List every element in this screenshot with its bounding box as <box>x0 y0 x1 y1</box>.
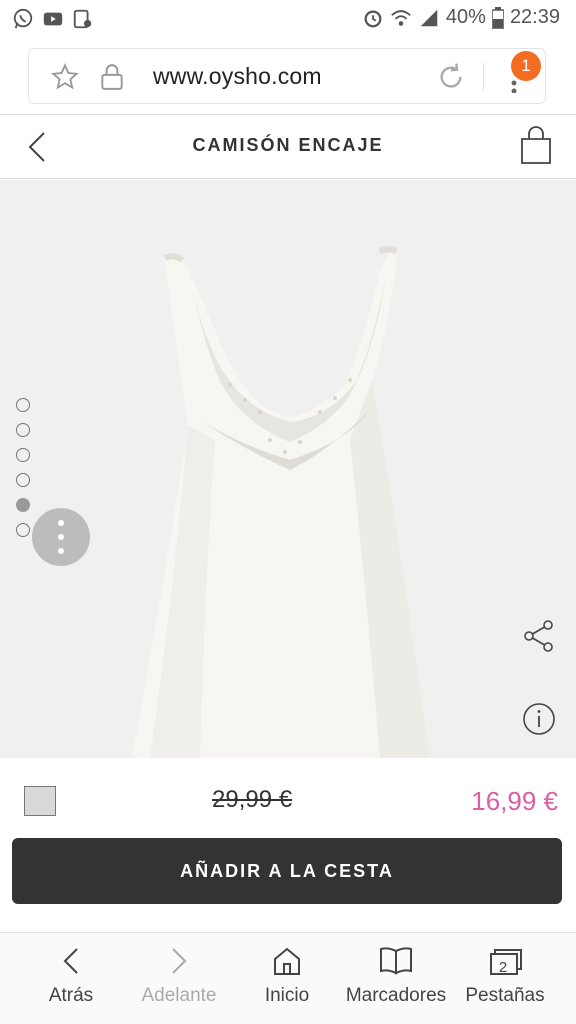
nav-back-label: Atrás <box>48 985 94 1006</box>
notification-badge: 1 <box>511 51 541 81</box>
nav-tabs-label: Pestañas <box>465 985 545 1006</box>
shopping-bag-icon[interactable] <box>518 125 554 165</box>
nav-forward[interactable]: Adelante <box>124 945 234 1007</box>
battery-percent: 40% <box>445 6 486 28</box>
gallery-dot[interactable] <box>16 473 30 487</box>
chevron-left-icon <box>63 948 78 974</box>
gallery-dot[interactable] <box>16 423 30 437</box>
lock-icon <box>101 64 123 90</box>
page-title: CAMISÓN ENCAJE <box>192 135 384 155</box>
nav-back[interactable]: Atrás <box>16 945 126 1007</box>
youtube-icon <box>43 12 63 26</box>
add-to-basket-button[interactable]: AÑADIR A LA CESTA <box>12 838 562 904</box>
gallery-dot-active[interactable] <box>16 498 30 512</box>
browser-bottom-nav: Atrás Adelante Inicio Marcadores 2 Pesta… <box>0 932 576 1024</box>
page-header: CAMISÓN ENCAJE <box>0 115 576 179</box>
nav-tabs[interactable]: 2 Pestañas <box>450 945 560 1007</box>
nav-home[interactable]: Inicio <box>232 945 342 1007</box>
nav-home-label: Inicio <box>264 985 310 1006</box>
tabs-count: 2 <box>498 959 508 976</box>
share-icon[interactable] <box>522 618 556 654</box>
color-swatch[interactable] <box>24 786 56 816</box>
sale-price: 16,99 € <box>471 786 558 816</box>
reload-icon[interactable] <box>435 61 467 93</box>
home-icon <box>274 947 300 975</box>
info-icon[interactable] <box>522 702 556 736</box>
wifi-icon <box>391 9 411 26</box>
nav-bookmarks[interactable]: Marcadores <box>341 945 451 1007</box>
gallery-dot[interactable] <box>16 448 30 462</box>
nav-forward-label: Adelante <box>141 985 217 1006</box>
status-bar: 40% 22:39 <box>0 0 576 40</box>
signal-icon <box>420 9 438 26</box>
chevron-right-icon <box>172 948 187 974</box>
clock: 22:39 <box>509 6 560 28</box>
address-bar[interactable]: www.oysho.com 1 <box>28 48 546 104</box>
price-row: 29,99 € 16,99 € <box>0 758 576 838</box>
original-price: 29,99 € <box>212 786 293 813</box>
gallery-dot[interactable] <box>16 523 30 537</box>
product-image[interactable] <box>0 180 576 758</box>
alarm-icon <box>364 9 382 27</box>
gallery-dot[interactable] <box>16 398 30 412</box>
screenshot-icon <box>73 9 92 29</box>
gallery-indicator <box>16 398 30 537</box>
battery-icon <box>491 6 504 29</box>
url-separator <box>483 63 484 91</box>
bookmark-star-icon[interactable] <box>51 63 79 91</box>
book-icon <box>380 947 412 975</box>
whatsapp-icon <box>13 8 33 29</box>
nav-bookmarks-label: Marcadores <box>345 985 447 1006</box>
nightgown-image <box>132 246 430 758</box>
more-options-button[interactable] <box>32 508 90 566</box>
url-text[interactable]: www.oysho.com <box>153 63 322 90</box>
